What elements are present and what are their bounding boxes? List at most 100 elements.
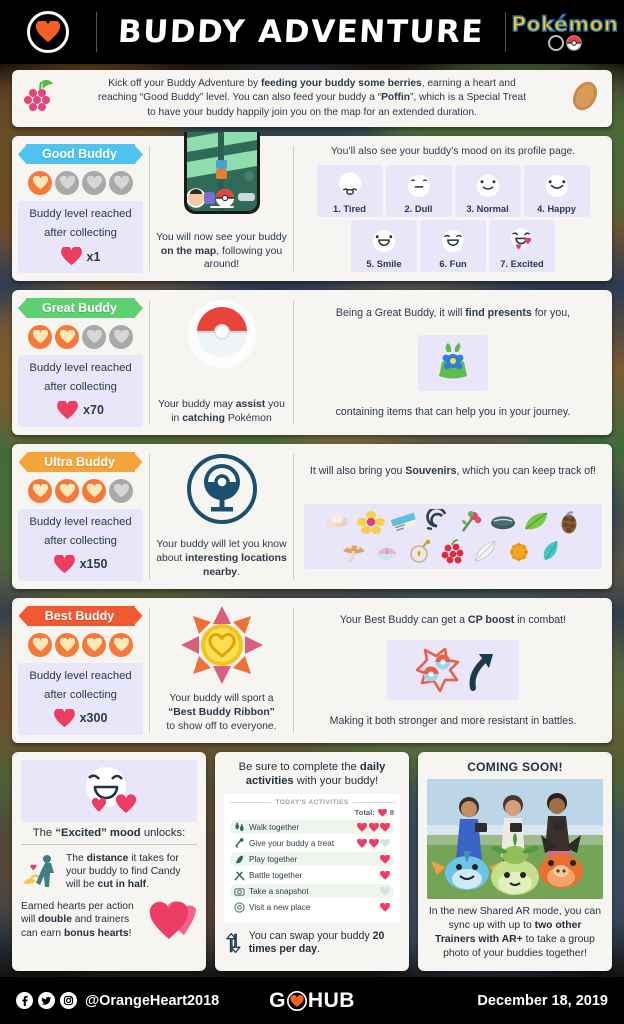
level-card-best-buddy: Best Buddy Buddy level reached after col… [12,597,612,743]
reach-box-ultra: Buddy level reached after collecting x15… [18,509,143,581]
heart-logo-icon [286,990,307,1011]
footer-date: December 18, 2019 [477,992,608,1009]
heart-meter-ultra [28,479,133,504]
page-title: Buddy Adventure [117,14,485,50]
souvenirs-panel: It will also bring you Souvenirs, which … [294,444,612,589]
great-right-top: Being a Great Buddy, it will find presen… [336,306,570,320]
postcard-icon [390,512,417,532]
heart-filled [109,632,133,657]
right-top-b: CP boost [467,613,515,626]
coming-soon-text: In the new Shared AR mode, you can sync … [427,905,603,962]
reach-line1: Buddy level reached [29,362,132,375]
level-card-great-buddy: Great Buddy Buddy level reached after co… [12,290,612,436]
excited-title-c: unlocks: [140,826,186,839]
eb2d: bonus hearts [63,927,129,939]
facebook-icon[interactable] [16,992,33,1009]
activities-header-label: TODAY'S ACTIVITIES [275,799,349,807]
site-logo[interactable] [0,11,96,53]
pokeball-glyph [566,34,582,51]
activities-panel-header: TODAY'S ACTIVITIES [230,799,394,806]
level-left-great: Great Buddy Buddy level reached after co… [12,290,149,435]
page-footer: @OrangeHeart2018 G HUB December 18, 2019 [0,977,624,1024]
right-top-b: find presents [465,306,532,319]
moods-heading: You’ll also see your buddy’s mood on its… [330,146,576,158]
pokemon-go-logo: Pokémon [506,13,624,51]
activity-row-treat[interactable]: Give your buddy a treat [230,836,394,850]
souvenirs-row-1 [308,508,598,535]
main-content: Kick off your Buddy Adventure by feeding… [0,64,624,971]
intro-line2-b: Poffin [381,92,410,104]
best-right-top: Your Best Buddy can get a CP boost in co… [340,613,566,627]
mood-item-tired: 1. Tired [316,164,383,217]
mood-item-smile: 5. Smile [351,219,417,272]
heart-empty [82,171,106,196]
activity-row-play[interactable]: Play together [230,852,394,867]
heart-count-best: x300 [22,708,139,728]
footer-social: @OrangeHeart2018 [16,992,269,1009]
level-ribbon-best: Best Buddy [26,605,135,626]
mood-normal-icon [476,174,499,197]
activity-row-walk[interactable]: Walk together [230,820,394,835]
heart-count-good: x1 [22,247,139,266]
heart-logo-icon [27,11,69,53]
flower-icon [356,510,385,534]
right-top-a: Your Best Buddy can get a [339,613,468,626]
activities-total: Total: 8 [230,808,394,817]
footer-handle[interactable]: @OrangeHeart2018 [85,993,219,1009]
heart-filled [82,632,106,657]
souvenirs-heading: It will also bring you Souvenirs, which … [310,464,596,478]
heart-pink-icon [377,808,387,817]
double-hearts-icon [149,901,196,939]
gohub-hub: HUB [307,988,355,1012]
pokestop-icon [185,452,259,531]
gohub-g: G [269,988,286,1012]
activity-row-visit[interactable]: Visit a new place [230,900,394,914]
coming-soon-title: COMING SOON! [467,759,563,774]
instagram-icon[interactable] [60,992,77,1009]
activity-name: Walk together [249,822,300,832]
header-rule-left [230,802,272,804]
seashells-icon [325,514,348,529]
mood-happy-icon [545,174,568,197]
activity-row-snapshot[interactable]: Take a snapshot [230,884,394,899]
mood-label: 4. Happy [537,203,576,214]
heart-pink-icon [60,247,82,266]
mid-cap-a: Your buddy will sport a [169,693,274,705]
mood-fun-icon [441,229,465,252]
activity-row-battle[interactable]: Battle together [230,868,394,882]
level-mid-good: You will now see your buddy on the map, … [150,118,293,281]
pinecone-icon [561,510,576,533]
level-mid-ultra: Your buddy will let you know about inter… [150,444,293,589]
mood-tired-icon [338,171,361,195]
pokeball-icon [186,298,258,375]
level-card-ultra-buddy: Ultra Buddy Buddy level reached after co… [12,444,612,589]
berries-icon [22,77,56,120]
coming-soon-card: COMING SOON! In the new Shared AR mode, … [418,751,612,971]
heart-filled [28,171,52,196]
gohub-logo[interactable]: G HUB [269,989,355,1013]
mid-caption-ultra: Your buddy will let you know about inter… [155,538,288,581]
mood-label: 7. Excited [500,258,544,269]
swap-a: You can swap your buddy [248,929,373,942]
level-mid-great: Your buddy may assist you in catching Po… [150,290,293,435]
reach-box-best: Buddy level reached after collecting x30… [18,662,143,735]
reach-line2: after collecting [44,688,117,701]
excited-title-b: “Excited” mood [55,826,141,839]
activity-name: Visit a new place [249,902,311,912]
activity-name: Take a snapshot [249,886,309,896]
heart-empty [109,171,133,196]
heart-filled [28,632,52,657]
twitter-icon[interactable] [38,992,55,1009]
heart-empty [55,171,79,196]
pokestop-small-icon [234,902,245,913]
present-bag-tile [418,334,488,391]
mood-item-happy: 4. Happy [523,164,590,217]
heart-count-value: x1 [86,249,101,264]
heart-meter-good [28,171,133,196]
excited-benefit-distance-text: The distance it takes for your buddy to … [66,852,197,892]
play-icon [234,854,245,865]
excited-benefit-hearts-text: Earned hearts per action will double and… [21,900,142,940]
feather-icon [474,539,496,562]
mood-label: 1. Tired [333,203,366,214]
great-right-panel: Being a Great Buddy, it will find presen… [294,290,612,435]
